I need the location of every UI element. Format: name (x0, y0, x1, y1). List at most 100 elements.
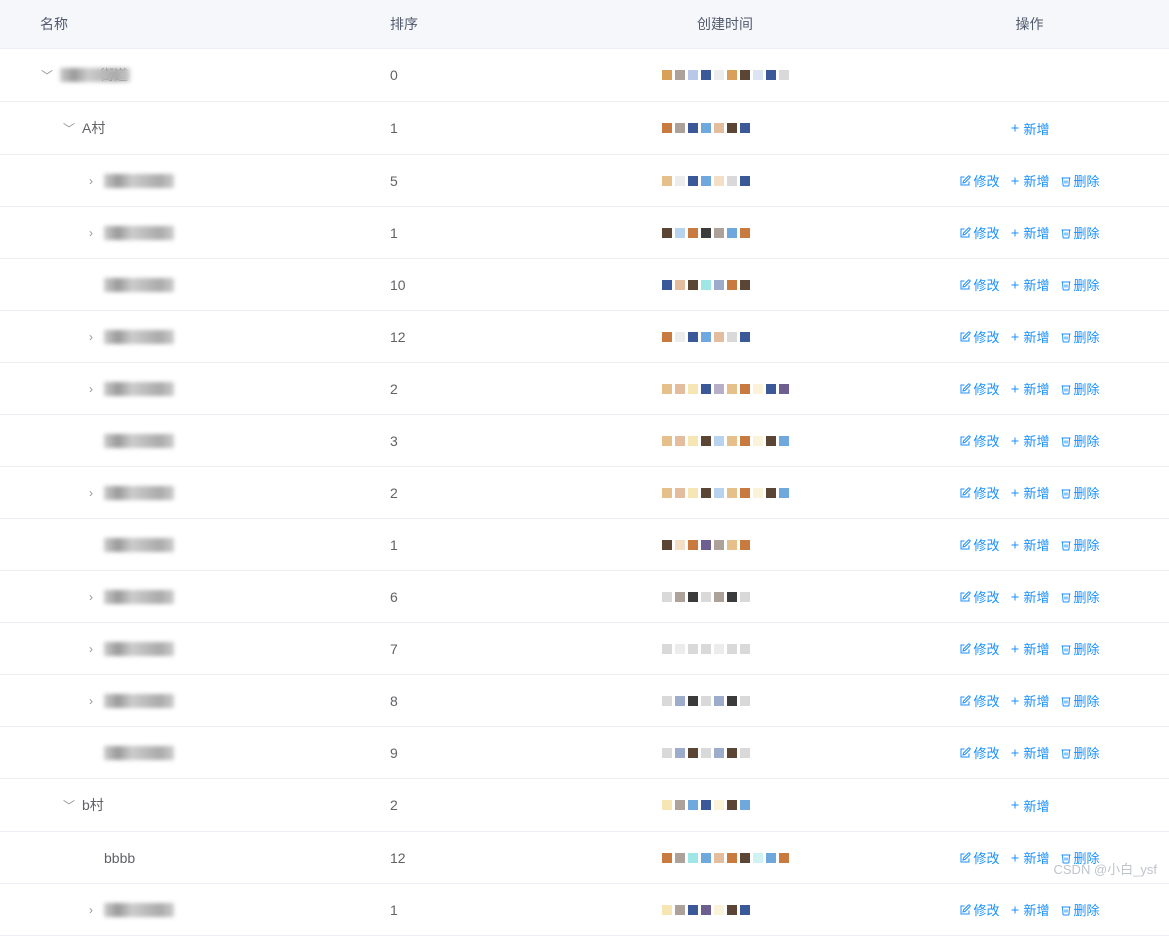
add-button[interactable]: 新增 (1009, 431, 1049, 450)
delete-button[interactable]: 删除 (1060, 535, 1100, 554)
obscured-name (104, 903, 174, 917)
chevron-right-icon[interactable]: › (84, 174, 98, 188)
add-label: 新增 (1023, 275, 1049, 294)
obscured-time (662, 853, 789, 863)
delete-icon (1060, 643, 1072, 655)
sort-value: 5 (380, 155, 560, 207)
add-button[interactable]: 新增 (1009, 587, 1049, 606)
obscured-time (662, 123, 789, 133)
actions-cell: 修改 新增 删除 (890, 623, 1169, 675)
obscured-time (662, 488, 789, 498)
add-button[interactable]: 新增 (1009, 171, 1049, 190)
name-cell: ﹀街道 (10, 65, 370, 85)
sort-value: 3 (380, 415, 560, 467)
name-cell: › (10, 694, 370, 708)
add-button[interactable]: 新增 (1009, 900, 1049, 919)
add-icon (1009, 383, 1021, 395)
name-cell (10, 746, 370, 760)
chevron-right-icon[interactable]: › (84, 642, 98, 656)
chevron-right-icon[interactable]: › (84, 694, 98, 708)
edit-icon (959, 904, 971, 916)
obscured-name (104, 330, 174, 344)
add-button[interactable]: 新增 (1009, 639, 1049, 658)
edit-button[interactable]: 修改 (959, 535, 999, 554)
delete-button[interactable]: 删除 (1060, 327, 1100, 346)
add-button[interactable]: 新增 (1009, 483, 1049, 502)
sort-value: 2 (380, 363, 560, 415)
add-button[interactable]: 新增 (1009, 379, 1049, 398)
chevron-down-icon[interactable]: ﹀ (62, 798, 76, 812)
edit-icon (959, 435, 971, 447)
add-button[interactable]: 新增 (1009, 275, 1049, 294)
chevron-right-icon[interactable]: › (84, 903, 98, 917)
delete-label: 删除 (1074, 900, 1100, 919)
edit-icon (959, 643, 971, 655)
edit-button[interactable]: 修改 (959, 275, 999, 294)
name-cell: › (10, 330, 370, 344)
chevron-right-icon[interactable]: › (84, 486, 98, 500)
edit-button[interactable]: 修改 (959, 900, 999, 919)
edit-button[interactable]: 修改 (959, 223, 999, 242)
add-icon (1009, 227, 1021, 239)
delete-button[interactable]: 删除 (1060, 743, 1100, 762)
table-row: ﹀b村2新增 (0, 779, 1169, 832)
edit-button[interactable]: 修改 (959, 691, 999, 710)
edit-button[interactable]: 修改 (959, 171, 999, 190)
chevron-right-icon[interactable]: › (84, 226, 98, 240)
delete-label: 删除 (1074, 639, 1100, 658)
actions-cell: 修改新增删除 (890, 207, 1169, 259)
edit-icon (959, 383, 971, 395)
chevron-right-icon[interactable]: › (84, 382, 98, 396)
edit-button[interactable]: 修改 (959, 327, 999, 346)
edit-label: 修改 (973, 639, 999, 658)
table-row: bbbb12修改新增删除 (0, 832, 1169, 884)
delete-button[interactable]: 删除 (1060, 691, 1100, 710)
edit-button[interactable]: 修改 (959, 587, 999, 606)
edit-button[interactable]: 修改 (959, 483, 999, 502)
edit-button[interactable]: 修改 (959, 639, 999, 658)
delete-button[interactable]: 删除 (1060, 275, 1100, 294)
add-button[interactable]: 新增 (1009, 223, 1049, 242)
obscured-time (662, 384, 789, 394)
table-row: 9修改新增删除 (0, 727, 1169, 779)
edit-button[interactable]: 修改 (959, 379, 999, 398)
delete-button[interactable]: 删除 (1060, 171, 1100, 190)
obscured-name (104, 434, 174, 448)
add-button[interactable]: 新增 (1009, 691, 1049, 710)
table-row: ﹀A村1新增 (0, 102, 1169, 155)
chevron-right-icon[interactable]: › (84, 590, 98, 604)
delete-button[interactable]: 删除 (1060, 379, 1100, 398)
name-cell: › (10, 903, 370, 917)
expand-placeholder (84, 538, 98, 552)
add-button[interactable]: 新增 (1009, 743, 1049, 762)
delete-button[interactable]: 删除 (1060, 431, 1100, 450)
actions-cell: 修改新增删除 (890, 467, 1169, 519)
add-button[interactable]: 新增 (1009, 327, 1049, 346)
actions-cell: 修改新增删除 (890, 727, 1169, 779)
obscured-name (104, 278, 174, 292)
add-button[interactable]: 新增 (1009, 796, 1049, 815)
edit-label: 修改 (973, 275, 999, 294)
add-button[interactable]: 新增 (1009, 535, 1049, 554)
delete-button[interactable]: 删除 (1060, 639, 1100, 658)
delete-button[interactable]: 删除 (1060, 483, 1100, 502)
chevron-down-icon[interactable]: ﹀ (62, 121, 76, 135)
actions-cell: 修改新增删除 (890, 363, 1169, 415)
add-label: 新增 (1023, 639, 1049, 658)
delete-button[interactable]: 删除 (1060, 900, 1100, 919)
name-cell: › (10, 226, 370, 240)
add-button[interactable]: 新增 (1009, 119, 1049, 138)
delete-button[interactable]: 删除 (1060, 587, 1100, 606)
add-button[interactable]: 新增 (1009, 848, 1049, 867)
edit-icon (959, 539, 971, 551)
chevron-right-icon[interactable]: › (84, 330, 98, 344)
sort-value: 12 (380, 311, 560, 363)
delete-button[interactable]: 删除 (1060, 223, 1100, 242)
add-label: 新增 (1023, 327, 1049, 346)
edit-button[interactable]: 修改 (959, 431, 999, 450)
table-header: 名称 排序 创建时间 操作 (0, 0, 1169, 49)
edit-button[interactable]: 修改 (959, 848, 999, 867)
edit-button[interactable]: 修改 (959, 743, 999, 762)
chevron-down-icon[interactable]: ﹀ (40, 68, 54, 82)
edit-icon (959, 591, 971, 603)
